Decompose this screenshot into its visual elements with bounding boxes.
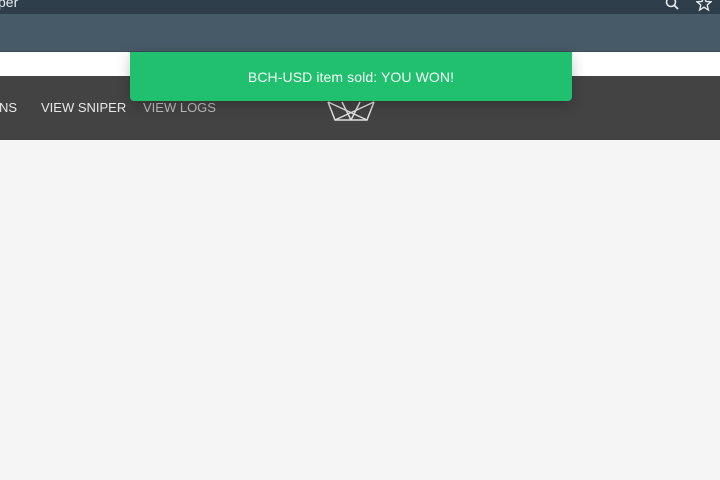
nav-item-view-sniper[interactable]: VIEW SNIPER bbox=[41, 100, 126, 116]
toast-message: BCH-USD item sold: YOU WON! bbox=[247, 68, 455, 85]
browser-toolbar bbox=[0, 14, 720, 52]
main-content bbox=[0, 140, 720, 480]
window-title: per bbox=[0, 0, 19, 10]
search-icon[interactable] bbox=[664, 0, 680, 12]
notification-toast[interactable]: BCH-USD item sold: YOU WON! bbox=[130, 52, 572, 101]
star-icon[interactable] bbox=[695, 0, 713, 12]
nav-item-partial[interactable]: NS bbox=[0, 100, 17, 116]
browser-titlebar: per bbox=[0, 0, 720, 14]
nav-item-view-logs[interactable]: VIEW LOGS bbox=[143, 100, 216, 116]
